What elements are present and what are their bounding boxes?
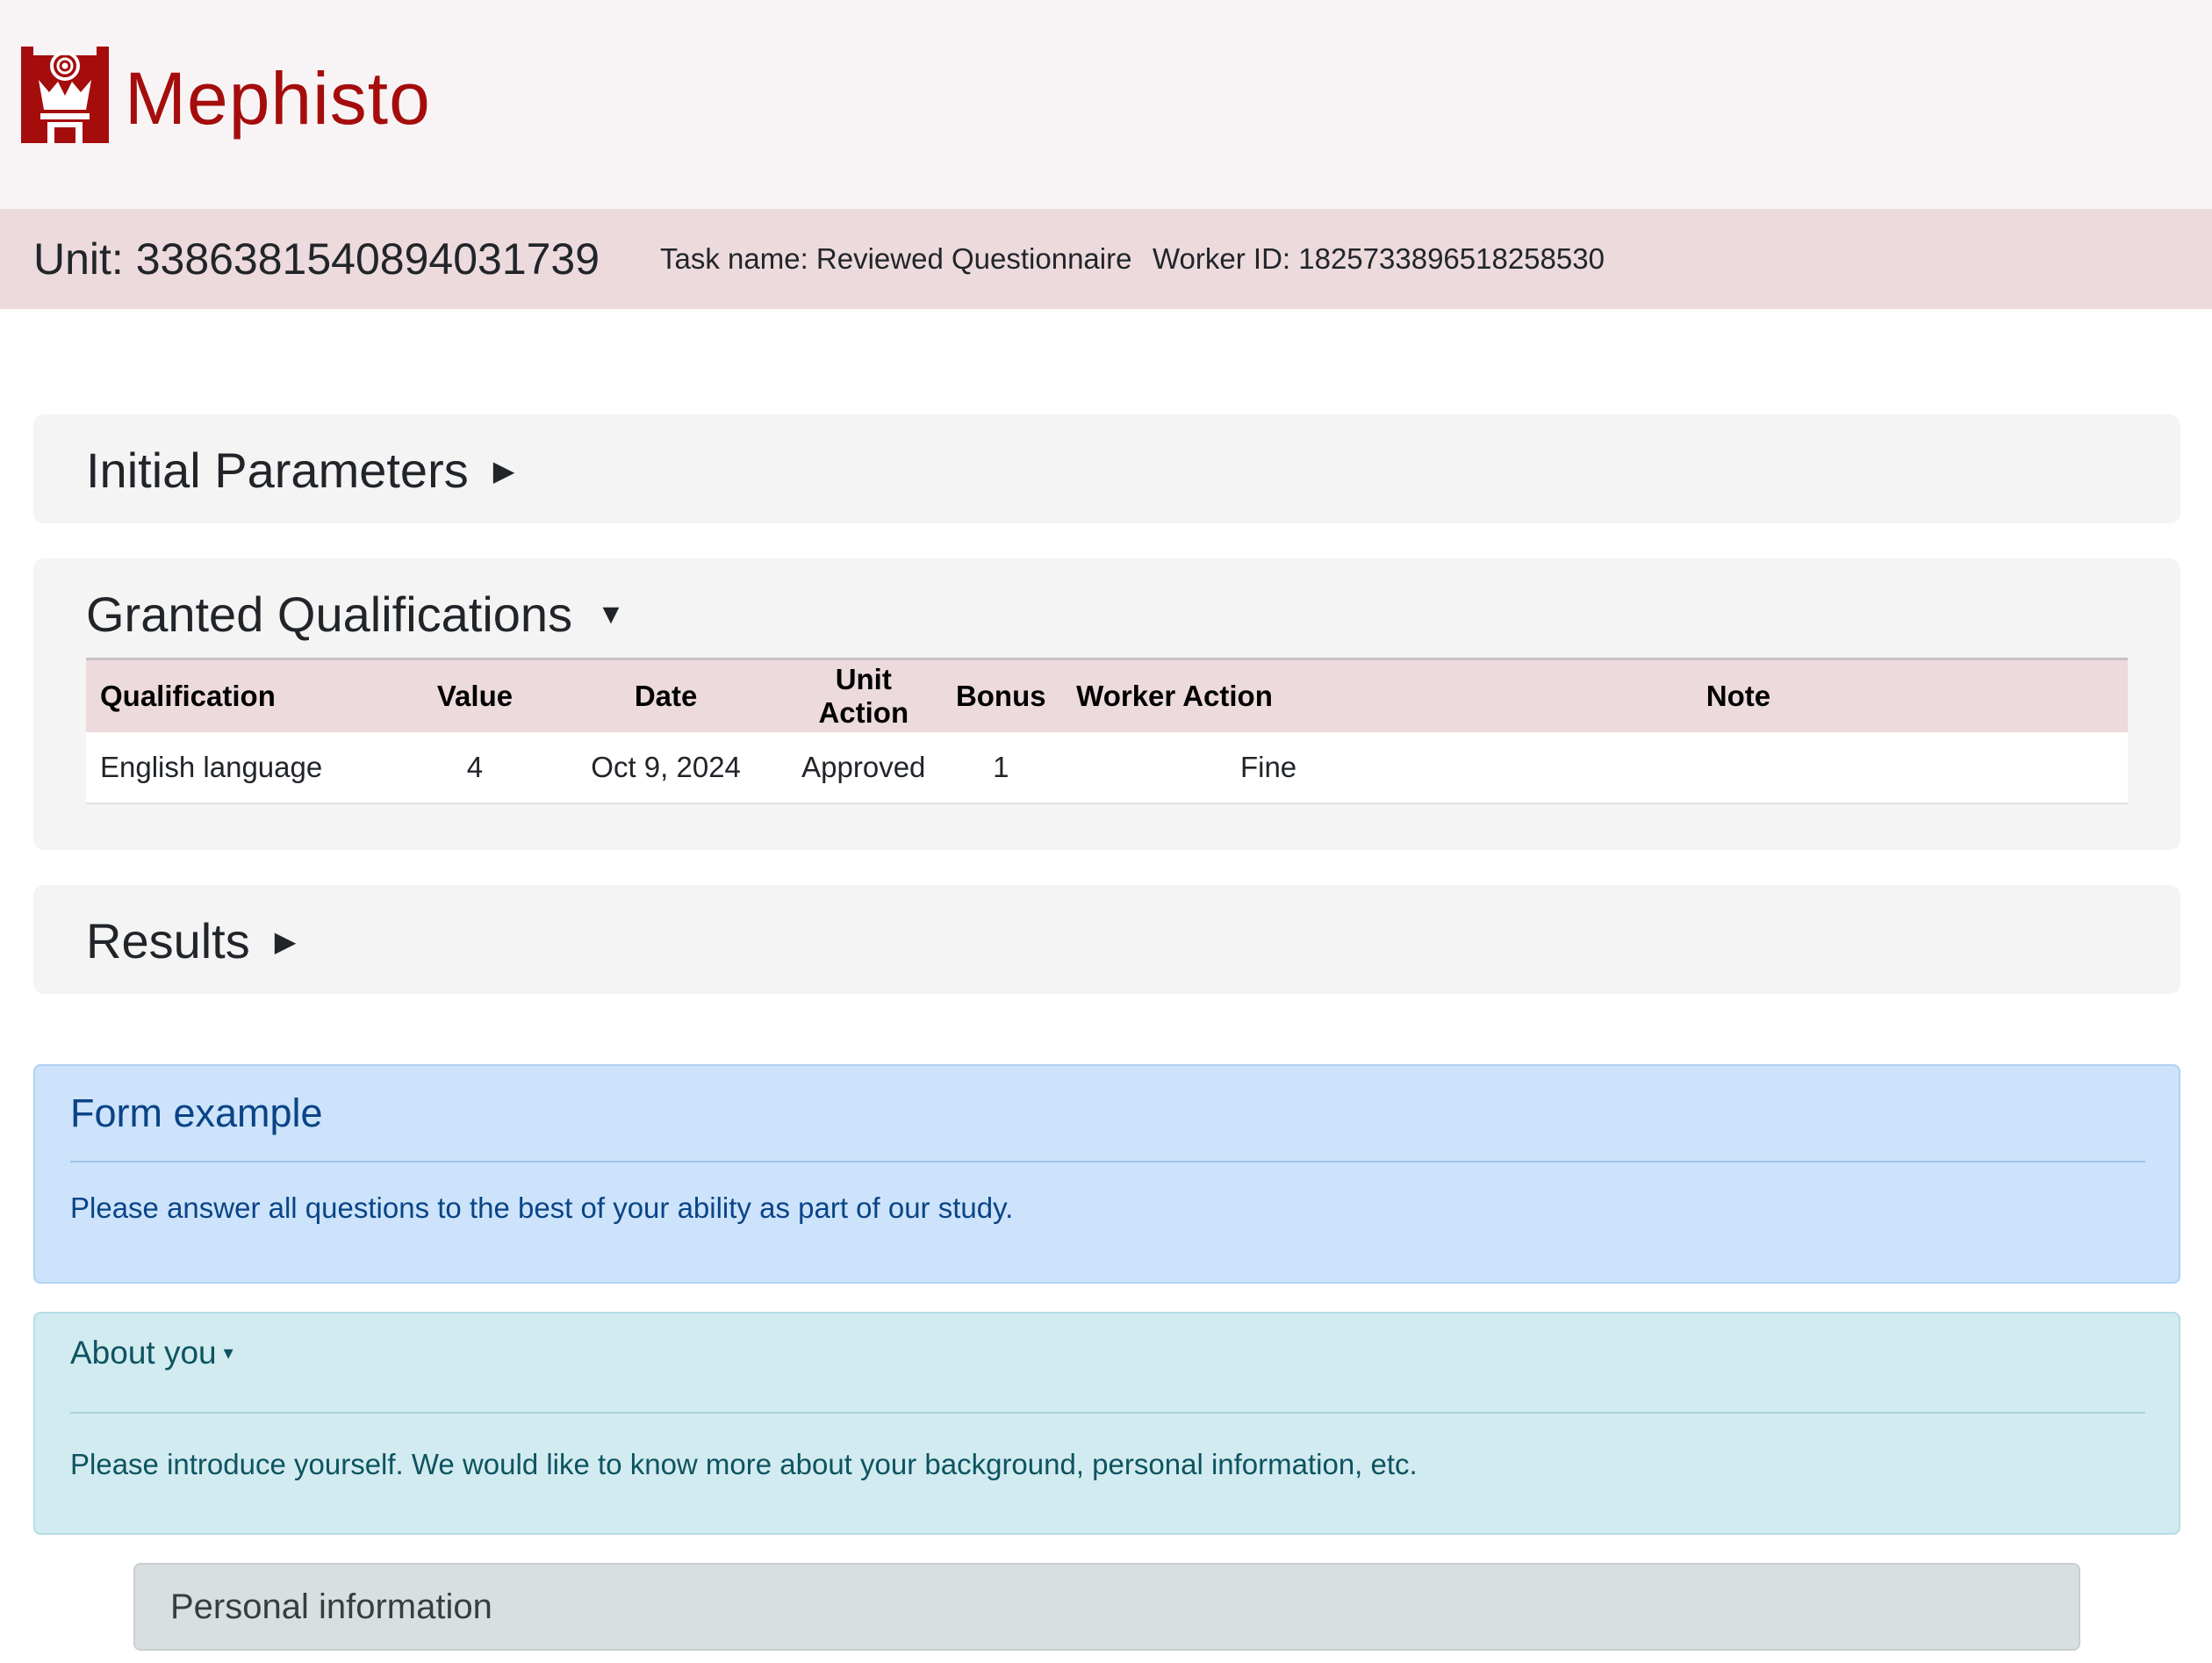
results-panel: Results ▶ xyxy=(33,885,2180,994)
unit-title: Unit: 3386381540894031739 xyxy=(33,234,600,284)
table-header-row: Qualification Value Date Unit Action Bon… xyxy=(86,659,2128,732)
initial-parameters-toggle[interactable]: Initial Parameters ▶ xyxy=(86,442,514,499)
cell-unit-action-approved: Approved xyxy=(801,750,926,783)
cell-bonus: 1 xyxy=(993,750,1009,783)
granted-qualifications-toggle[interactable]: Granted Qualifications ▼ xyxy=(86,586,625,643)
qualifications-table: Qualification Value Date Unit Action Bon… xyxy=(86,658,2128,804)
brand-header: Mephisto xyxy=(0,0,2212,209)
initial-parameters-panel: Initial Parameters ▶ xyxy=(33,414,2180,523)
cell-worker-action: Fine xyxy=(1239,750,1297,783)
results-title: Results xyxy=(86,913,250,968)
cell-date: Oct 9, 2024 xyxy=(591,750,741,783)
header-worker-action: Worker Action xyxy=(1076,679,1273,712)
header-value: Value xyxy=(436,679,514,712)
divider xyxy=(70,1161,2145,1163)
initial-parameters-title: Initial Parameters xyxy=(86,443,469,498)
form-example-title: Form example xyxy=(70,1091,323,1135)
personal-information-title: Personal information xyxy=(170,1587,492,1626)
cell-value: 4 xyxy=(466,750,484,783)
caret-down-icon: ▼ xyxy=(597,598,625,630)
unit-info-bar: Unit: 3386381540894031739 Task name: Rev… xyxy=(0,209,2212,309)
personal-information-card: Personal information xyxy=(133,1563,2080,1651)
form-example-text: Please answer all questions to the best … xyxy=(70,1191,1014,1224)
header-qualification: Qualification xyxy=(100,679,276,712)
header-bonus: Bonus xyxy=(955,679,1046,712)
header-date: Date xyxy=(634,679,698,712)
worker-id: Worker ID: 1825733896518258530 xyxy=(1153,242,1605,275)
granted-qualifications-title: Granted Qualifications xyxy=(86,587,573,642)
about-you-title: About you xyxy=(70,1335,217,1371)
caret-right-icon: ▶ xyxy=(492,454,515,486)
mephisto-tower-logo-icon xyxy=(21,47,109,143)
header-note: Note xyxy=(1706,679,1771,712)
results-toggle[interactable]: Results ▶ xyxy=(86,912,296,969)
brand-name: Mephisto xyxy=(125,57,431,140)
task-name: Task name: Reviewed Questionnaire xyxy=(660,242,1132,275)
caret-right-icon: ▶ xyxy=(274,925,297,957)
about-you-toggle[interactable]: About you ▾ xyxy=(70,1335,233,1371)
cell-qualification: English language xyxy=(100,750,323,783)
header-unit-action: Unit Action xyxy=(818,662,909,729)
divider xyxy=(70,1412,2145,1414)
about-you-alert: About you ▾ Please introduce yourself. W… xyxy=(33,1312,2180,1535)
chevron-down-icon: ▾ xyxy=(223,1342,233,1364)
about-you-text: Please introduce yourself. We would like… xyxy=(70,1448,1418,1480)
form-example-alert: Form example Please answer all questions… xyxy=(33,1064,2180,1284)
table-row: English language 4 Oct 9, 2024 Approved … xyxy=(86,731,2128,803)
granted-qualifications-panel: Granted Qualifications ▼ Qualification V… xyxy=(33,558,2180,850)
